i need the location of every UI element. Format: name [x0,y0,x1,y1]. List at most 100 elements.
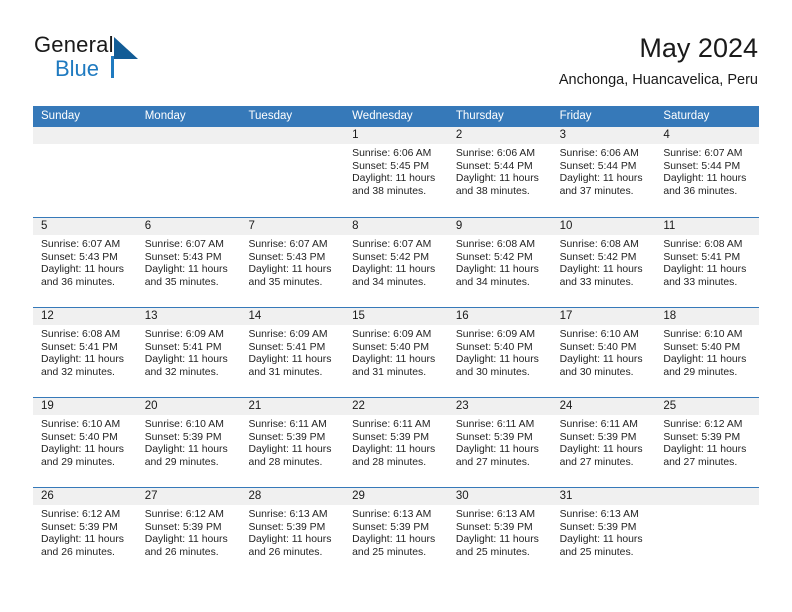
day-detail-body: Sunrise: 6:11 AM Sunset: 5:39 PM Daylight:… [344,415,448,469]
day-number-band: 27 [136,488,241,505]
day-number-band: 15 [344,308,448,325]
sunrise-text: Sunrise: 6:12 AM [41,509,121,520]
daylight-text-line1: Daylight: 11 hours [663,354,747,366]
daylight-text-line2: and 29 minutes. [663,366,738,378]
calendar-day-cell[interactable]: 16 Sunrise: 6:09 AM Sunset: 5:40 PM Dayligh… [447,308,552,397]
calendar-day-cell[interactable]: 5 Sunrise: 6:07 AM Sunset: 5:43 PM Daylight… [33,218,137,307]
day-detail-body [240,144,344,148]
calendar-day-cell[interactable]: 26 Sunrise: 6:12 AM Sunset: 5:39 PM Dayligh… [33,488,137,577]
sunrise-text: Sunrise: 6:11 AM [248,419,327,430]
calendar-day-cell[interactable]: 3 Sunrise: 6:06 AM Sunset: 5:44 PM Daylight… [551,127,656,216]
day-number: 15 [352,310,365,322]
daylight-text-line1: Daylight: 11 hours [41,534,124,546]
calendar-day-cell[interactable]: 29 Sunrise: 6:13 AM Sunset: 5:39 PM Dayligh… [344,488,448,577]
day-detail-body: Sunrise: 6:06 AM Sunset: 5:44 PM Daylight:… [552,144,656,198]
day-number: 7 [248,220,255,232]
daylight-text-line1: Daylight: 11 hours [455,173,539,185]
calendar-day-cell-empty [33,127,137,216]
day-detail-body: Sunrise: 6:13 AM Sunset: 5:39 PM Daylight:… [240,505,344,559]
sunrise-text: Sunrise: 6:09 AM [248,329,328,340]
day-detail-body: Sunrise: 6:06 AM Sunset: 5:45 PM Daylight:… [344,144,448,198]
calendar-day-cell[interactable]: 13 Sunrise: 6:09 AM Sunset: 5:41 PM Dayligh… [136,308,241,397]
calendar-day-cell[interactable]: 10 Sunrise: 6:08 AM Sunset: 5:42 PM Dayligh… [551,218,656,307]
day-number-band: 1 [344,127,448,144]
sunrise-text: Sunrise: 6:08 AM [663,239,743,250]
day-detail-body: Sunrise: 6:08 AM Sunset: 5:42 PM Daylight:… [448,235,552,289]
daylight-text-line2: and 34 minutes. [352,276,427,288]
day-detail-body: Sunrise: 6:08 AM Sunset: 5:41 PM Daylight:… [33,325,137,379]
calendar-day-cell[interactable]: 17 Sunrise: 6:10 AM Sunset: 5:40 PM Dayligh… [551,308,656,397]
calendar-day-cell[interactable]: 22 Sunrise: 6:11 AM Sunset: 5:39 PM Dayligh… [344,398,448,487]
day-detail-body: Sunrise: 6:07 AM Sunset: 5:43 PM Daylight:… [137,235,241,289]
calendar-day-cell[interactable]: 15 Sunrise: 6:09 AM Sunset: 5:40 PM Dayligh… [344,308,448,397]
location-subtitle: Anchonga, Huancavelica, Peru [558,72,758,88]
daylight-text-line2: and 25 minutes. [455,546,530,558]
daylight-text-line1: Daylight: 11 hours [41,444,124,456]
day-number-band: 17 [551,308,656,325]
calendar-day-cell[interactable]: 20 Sunrise: 6:10 AM Sunset: 5:39 PM Dayligh… [136,398,241,487]
day-detail-body: Sunrise: 6:10 AM Sunset: 5:39 PM Daylight:… [137,415,241,469]
sunrise-text: Sunrise: 6:12 AM [144,509,224,520]
sunrise-text: Sunrise: 6:10 AM [41,419,121,430]
day-detail-body: Sunrise: 6:08 AM Sunset: 5:42 PM Daylight:… [552,235,656,289]
sunrise-text: Sunrise: 6:06 AM [455,148,536,159]
sunset-text: Sunset: 5:44 PM [559,160,637,172]
day-detail-body: Sunrise: 6:11 AM Sunset: 5:39 PM Daylight:… [448,415,552,469]
sunset-text: Sunset: 5:42 PM [352,251,429,263]
day-detail-body [137,144,241,148]
sunrise-text: Sunrise: 6:08 AM [41,329,121,340]
title-block: May 2024 Anchonga, Huancavelica, Peru [559,32,758,89]
calendar-day-cell[interactable]: 19 Sunrise: 6:10 AM Sunset: 5:40 PM Dayligh… [33,398,137,487]
daylight-text-line2: and 31 minutes. [352,366,427,378]
sunrise-text: Sunrise: 6:09 AM [144,329,224,340]
sunrise-text: Sunrise: 6:08 AM [559,239,639,250]
day-detail-body: Sunrise: 6:13 AM Sunset: 5:39 PM Daylight:… [448,505,552,559]
daylight-text-line2: and 37 minutes. [559,185,634,197]
day-number-band [655,488,760,505]
calendar-day-cell[interactable]: 18 Sunrise: 6:10 AM Sunset: 5:40 PM Dayligh… [655,308,760,397]
day-number: 12 [41,310,54,322]
sunrise-text: Sunrise: 6:13 AM [559,509,639,520]
calendar-day-cell[interactable]: 24 Sunrise: 6:11 AM Sunset: 5:39 PM Dayligh… [551,398,656,487]
calendar-day-cell[interactable]: 2 Sunrise: 6:06 AM Sunset: 5:44 PM Daylight… [447,127,552,216]
calendar-day-cell[interactable]: 7 Sunrise: 6:07 AM Sunset: 5:43 PM Daylight… [240,218,345,307]
calendar-day-cell[interactable]: 11 Sunrise: 6:08 AM Sunset: 5:41 PM Dayligh… [655,218,760,307]
general-blue-logo[interactable]: General Blue [34,32,154,88]
sunrise-text: Sunrise: 6:12 AM [663,419,743,430]
sunrise-text: Sunrise: 6:11 AM [455,419,535,430]
daylight-text-line2: and 28 minutes. [352,456,427,468]
daylight-text-line2: and 27 minutes. [559,456,634,468]
sunset-text: Sunset: 5:39 PM [352,431,429,443]
calendar-day-cell[interactable]: 12 Sunrise: 6:08 AM Sunset: 5:41 PM Dayligh… [33,308,137,397]
daylight-text-line1: Daylight: 11 hours [352,264,436,276]
calendar-day-cell[interactable]: 14 Sunrise: 6:09 AM Sunset: 5:41 PM Dayligh… [240,308,345,397]
calendar-day-cell[interactable]: 30 Sunrise: 6:13 AM Sunset: 5:39 PM Dayligh… [447,488,552,577]
calendar-day-cell[interactable]: 21 Sunrise: 6:11 AM Sunset: 5:39 PM Dayligh… [240,398,345,487]
sunrise-text: Sunrise: 6:07 AM [41,239,121,250]
calendar-day-cell[interactable]: 9 Sunrise: 6:08 AM Sunset: 5:42 PM Daylight… [447,218,552,307]
sunrise-text: Sunrise: 6:11 AM [352,419,431,430]
calendar-day-cell[interactable]: 25 Sunrise: 6:12 AM Sunset: 5:39 PM Dayligh… [655,398,760,487]
weekday-header-saturday: Saturday [663,110,710,122]
day-number: 5 [41,220,48,232]
calendar-day-cell[interactable]: 1 Sunrise: 6:06 AM Sunset: 5:45 PM Daylight… [344,127,448,216]
day-number: 11 [663,220,676,232]
day-number-band: 5 [33,218,137,235]
sunset-text: Sunset: 5:39 PM [144,431,222,443]
calendar-day-cell[interactable]: 28 Sunrise: 6:13 AM Sunset: 5:39 PM Dayligh… [240,488,345,577]
day-number-band: 29 [344,488,448,505]
calendar-day-cell[interactable]: 23 Sunrise: 6:11 AM Sunset: 5:39 PM Dayligh… [447,398,552,487]
day-number: 28 [248,490,262,502]
calendar-day-cell[interactable]: 27 Sunrise: 6:12 AM Sunset: 5:39 PM Dayligh… [136,488,241,577]
calendar-day-cell[interactable]: 8 Sunrise: 6:07 AM Sunset: 5:42 PM Daylight… [344,218,448,307]
sunset-text: Sunset: 5:39 PM [41,521,118,533]
calendar-day-cell[interactable]: 4 Sunrise: 6:07 AM Sunset: 5:44 PM Daylight… [655,127,760,216]
daylight-text-line1: Daylight: 11 hours [144,264,228,276]
sunset-text: Sunset: 5:39 PM [559,431,637,443]
calendar-week-row: 12 Sunrise: 6:08 AM Sunset: 5:41 PM Dayligh… [33,307,760,397]
sunrise-text: Sunrise: 6:08 AM [455,239,536,250]
daylight-text-line2: and 33 minutes. [559,276,634,288]
calendar-day-cell[interactable]: 31 Sunrise: 6:13 AM Sunset: 5:39 PM Dayligh… [551,488,656,577]
sunset-text: Sunset: 5:39 PM [559,521,637,533]
calendar-day-cell[interactable]: 6 Sunrise: 6:07 AM Sunset: 5:43 PM Daylight… [136,218,241,307]
